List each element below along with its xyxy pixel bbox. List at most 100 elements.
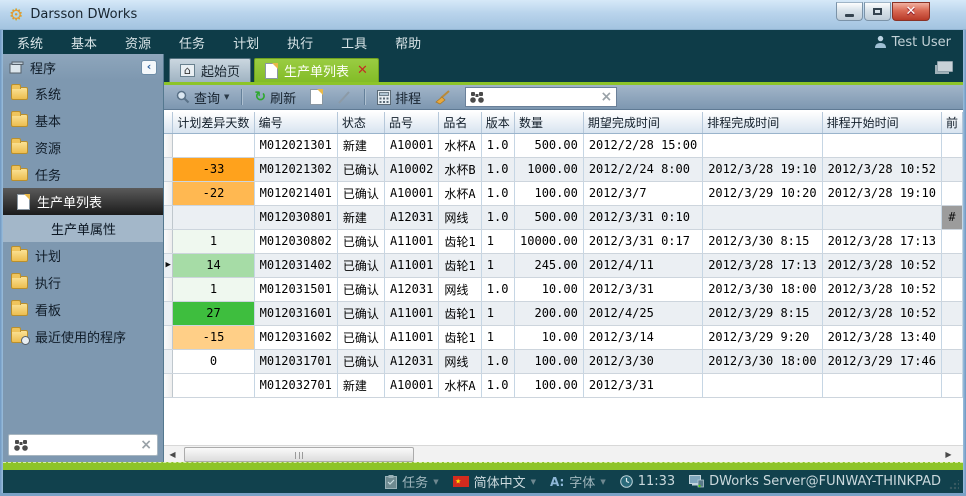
cell[interactable]: M012031501 xyxy=(254,277,337,301)
cell[interactable]: 已确认 xyxy=(337,253,384,277)
cell-plan-diff[interactable]: 27 xyxy=(173,301,254,325)
clean-button[interactable] xyxy=(431,88,455,107)
cell[interactable]: 2012/3/28 10:52 xyxy=(822,301,941,325)
table-row[interactable]: M012030801新建A12031网线1.0500.002012/3/31 0… xyxy=(164,205,963,229)
cell[interactable] xyxy=(822,373,941,397)
cell[interactable]: 2012/3/30 8:15 xyxy=(703,229,822,253)
cell[interactable] xyxy=(941,301,962,325)
grid-filter-input[interactable] xyxy=(488,90,596,104)
row-indicator[interactable] xyxy=(164,325,173,349)
table-row[interactable]: -33M012021302已确认A10002水杯B1.01000.002012/… xyxy=(164,157,963,181)
user-badge[interactable]: Test User xyxy=(874,35,963,50)
cell[interactable]: 100.00 xyxy=(515,349,584,373)
cell[interactable]: 2012/3/31 xyxy=(583,373,702,397)
cell[interactable]: M012021301 xyxy=(254,133,337,157)
cell[interactable]: A12031 xyxy=(384,349,438,373)
cell[interactable]: M012032701 xyxy=(254,373,337,397)
cell[interactable]: 2012/3/28 13:40 xyxy=(822,325,941,349)
table-row[interactable]: 0M012031701已确认A12031网线1.0100.002012/3/30… xyxy=(164,349,963,373)
cell[interactable]: 已确认 xyxy=(337,301,384,325)
column-header-4[interactable]: 品名 xyxy=(439,112,481,133)
cell[interactable]: 水杯A xyxy=(439,373,481,397)
cell[interactable] xyxy=(703,373,822,397)
cell[interactable]: 网线 xyxy=(439,277,481,301)
cell[interactable]: 1.0 xyxy=(481,277,514,301)
cell[interactable]: 2012/3/30 18:00 xyxy=(703,277,822,301)
cell[interactable]: 已确认 xyxy=(337,325,384,349)
menu-item-5[interactable]: 执行 xyxy=(273,33,327,52)
cell[interactable]: A11001 xyxy=(384,325,438,349)
cell[interactable]: 200.00 xyxy=(515,301,584,325)
menu-item-1[interactable]: 基本 xyxy=(57,33,111,52)
cell[interactable]: # xyxy=(941,205,962,229)
cell[interactable]: 1000.00 xyxy=(515,157,584,181)
cell[interactable]: 100.00 xyxy=(515,181,584,205)
status-language[interactable]: ★ 简体中文 ▼ xyxy=(453,472,536,491)
cell[interactable]: 1.0 xyxy=(481,181,514,205)
menu-item-0[interactable]: 系统 xyxy=(3,33,57,52)
cell[interactable]: 水杯A xyxy=(439,181,481,205)
cell[interactable]: 2012/4/25 xyxy=(583,301,702,325)
table-row[interactable]: 1M012030802已确认A11001齿轮1110000.002012/3/3… xyxy=(164,229,963,253)
cell[interactable]: 2012/3/28 19:10 xyxy=(822,181,941,205)
row-indicator[interactable]: ▶ xyxy=(164,253,173,277)
cell[interactable]: 1.0 xyxy=(481,373,514,397)
cell[interactable]: 齿轮1 xyxy=(439,229,481,253)
cell[interactable]: 2012/3/29 9:20 xyxy=(703,325,822,349)
cell-plan-diff[interactable] xyxy=(173,133,254,157)
row-indicator[interactable] xyxy=(164,229,173,253)
cell[interactable]: 1 xyxy=(481,325,514,349)
cell[interactable]: 10.00 xyxy=(515,325,584,349)
column-header-7[interactable]: 期望完成时间 xyxy=(583,112,702,133)
menu-item-7[interactable]: 帮助 xyxy=(381,33,435,52)
column-header-8[interactable]: 排程完成时间 xyxy=(703,112,822,133)
cell[interactable]: 新建 xyxy=(337,133,384,157)
cell[interactable]: 1.0 xyxy=(481,349,514,373)
cell-plan-diff[interactable]: 1 xyxy=(173,229,254,253)
cell[interactable]: A12031 xyxy=(384,205,438,229)
cell[interactable]: A10001 xyxy=(384,133,438,157)
cell[interactable]: 2012/3/7 xyxy=(583,181,702,205)
cell-plan-diff[interactable] xyxy=(173,373,254,397)
cell[interactable]: 500.00 xyxy=(515,133,584,157)
sidebar-item-9[interactable]: 最近使用的程序 xyxy=(3,323,163,350)
menu-item-2[interactable]: 资源 xyxy=(111,33,165,52)
window-list-icon[interactable] xyxy=(937,61,953,72)
cell[interactable]: 1 xyxy=(481,301,514,325)
cell[interactable]: M012030802 xyxy=(254,229,337,253)
cell[interactable]: 齿轮1 xyxy=(439,301,481,325)
cell[interactable]: 2012/4/11 xyxy=(583,253,702,277)
row-indicator[interactable] xyxy=(164,301,173,325)
cell[interactable]: 1.0 xyxy=(481,133,514,157)
cell[interactable]: 已确认 xyxy=(337,277,384,301)
cell[interactable]: 2012/3/29 17:46 xyxy=(822,349,941,373)
sidebar-item-6[interactable]: 计划 xyxy=(3,242,163,269)
table-row[interactable]: ▶14M012031402已确认A11001齿轮11245.002012/4/1… xyxy=(164,253,963,277)
scrollbar-thumb[interactable] xyxy=(184,447,414,462)
row-indicator[interactable] xyxy=(164,277,173,301)
column-header-6[interactable]: 数量 xyxy=(515,112,584,133)
close-button[interactable]: ✕ xyxy=(892,2,930,21)
table-row[interactable]: M012021301新建A10001水杯A1.0500.002012/2/28 … xyxy=(164,133,963,157)
cell[interactable]: M012021401 xyxy=(254,181,337,205)
cell[interactable]: 2012/2/28 15:00 xyxy=(583,133,702,157)
cell[interactable]: 水杯B xyxy=(439,157,481,181)
refresh-button[interactable]: ↻ 刷新 xyxy=(250,86,300,109)
cell[interactable]: M012031701 xyxy=(254,349,337,373)
cell-plan-diff[interactable]: 0 xyxy=(173,349,254,373)
resize-grip[interactable] xyxy=(949,480,959,490)
cell[interactable] xyxy=(941,325,962,349)
cell[interactable] xyxy=(941,181,962,205)
cell-plan-diff[interactable]: 14 xyxy=(173,253,254,277)
cell[interactable]: 2012/3/28 10:52 xyxy=(822,253,941,277)
cell[interactable]: 2012/3/29 10:20 xyxy=(703,181,822,205)
tab-0[interactable]: ⌂起始页 xyxy=(169,58,251,82)
sidebar-item-0[interactable]: 系统 xyxy=(3,80,163,107)
cell[interactable]: 1 xyxy=(481,253,514,277)
row-indicator[interactable] xyxy=(164,133,173,157)
cell[interactable]: 2012/3/28 17:13 xyxy=(822,229,941,253)
status-font[interactable]: A: 字体 ▼ xyxy=(550,472,606,491)
table-row[interactable]: -22M012021401已确认A10001水杯A1.0100.002012/3… xyxy=(164,181,963,205)
sidebar-item-4[interactable]: 生产单列表 xyxy=(3,188,163,215)
cell[interactable]: 500.00 xyxy=(515,205,584,229)
